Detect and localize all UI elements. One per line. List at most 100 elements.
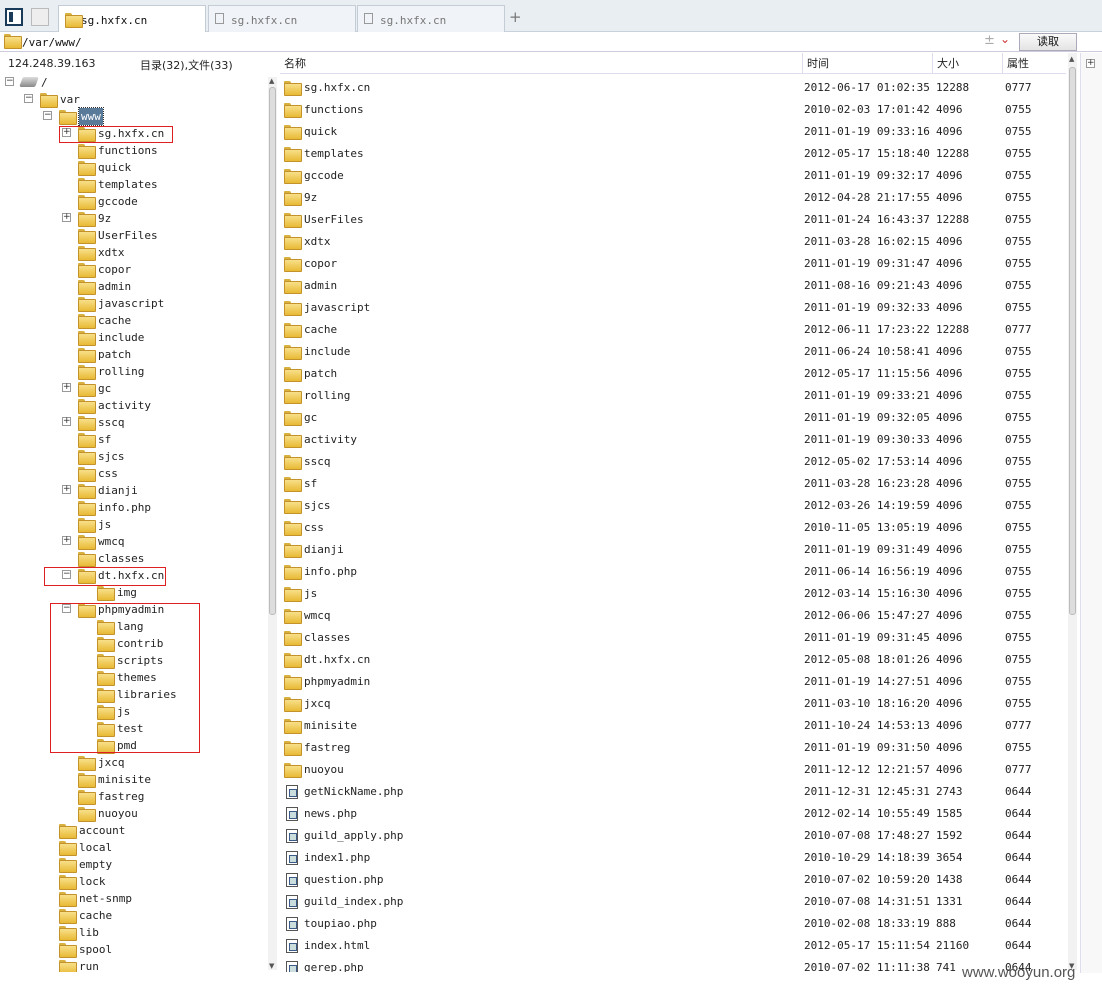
tree-node-label: functions	[98, 144, 158, 157]
expand-icon[interactable]: +	[62, 536, 71, 545]
file-size: 4096	[936, 411, 963, 424]
col-name[interactable]: 名称	[280, 53, 306, 74]
file-size: 4096	[936, 389, 963, 402]
file-name: 9z	[304, 191, 318, 204]
list-item[interactable]: rolling 2011-01-19 09:33:21 4096 0755	[280, 385, 1064, 407]
list-scrollbar[interactable]: ▲ ▼	[1068, 53, 1077, 970]
list-item[interactable]: javascript 2011-01-19 09:32:33 4096 0755	[280, 297, 1064, 319]
expand-icon[interactable]: +	[1086, 59, 1095, 68]
folder-icon	[78, 195, 96, 210]
col-attr[interactable]: 属性	[1002, 53, 1029, 74]
collapse-icon[interactable]: −	[5, 77, 14, 86]
file-name: phpmyadmin	[304, 675, 371, 688]
file-time: 2011-06-14 16:56:19	[804, 565, 930, 578]
list-item[interactable]: functions 2010-02-03 17:01:42 4096 0755	[280, 99, 1064, 121]
file-time: 2012-05-08 18:01:26	[804, 653, 930, 666]
bookmark-add-icon[interactable]: ±	[984, 33, 995, 48]
folder-icon	[78, 331, 96, 346]
col-time[interactable]: 时间	[802, 53, 829, 74]
path-input[interactable]	[22, 34, 972, 50]
list-item[interactable]: sjcs 2012-03-26 14:19:59 4096 0755	[280, 495, 1064, 517]
list-item[interactable]: js 2012-03-14 15:16:30 4096 0755	[280, 583, 1064, 605]
panel-toggle-icon[interactable]	[5, 8, 23, 26]
list-item[interactable]: UserFiles 2011-01-24 16:43:37 12288 0755	[280, 209, 1064, 231]
list-item[interactable]: sg.hxfx.cn 2012-06-17 01:02:35 12288 0777	[280, 77, 1064, 99]
list-item[interactable]: 9z 2012-04-28 21:17:55 4096 0755	[280, 187, 1064, 209]
list-item[interactable]: info.php 2011-06-14 16:56:19 4096 0755	[280, 561, 1064, 583]
document-icon	[364, 13, 373, 24]
expand-icon[interactable]: +	[62, 485, 71, 494]
expand-icon[interactable]: +	[62, 213, 71, 222]
file-name: dianji	[304, 543, 344, 556]
list-item[interactable]: dianji 2011-01-19 09:31:49 4096 0755	[280, 539, 1064, 561]
list-item[interactable]: question.php 2010-07-02 10:59:20 1438 0644	[280, 869, 1064, 891]
tab-bar: sg.hxfx.cn sg.hxfx.cn sg.hxfx.cn +	[0, 0, 1102, 32]
list-item[interactable]: fastreg 2011-01-19 09:31:50 4096 0755	[280, 737, 1064, 759]
file-size: 4096	[936, 301, 963, 314]
col-size[interactable]: 大小	[932, 53, 959, 74]
tab-site-1[interactable]: sg.hxfx.cn	[58, 5, 206, 32]
file-name: UserFiles	[304, 213, 364, 226]
new-tab-button[interactable]: +	[509, 8, 522, 26]
list-item[interactable]: include 2011-06-24 10:58:41 4096 0755	[280, 341, 1064, 363]
tree-scrollbar[interactable]: ▲ ▼	[268, 77, 277, 970]
list-item[interactable]: minisite 2011-10-24 14:53:13 4096 0777	[280, 715, 1064, 737]
list-item[interactable]: classes 2011-01-19 09:31:45 4096 0755	[280, 627, 1064, 649]
list-item[interactable]: copor 2011-01-19 09:31:47 4096 0755	[280, 253, 1064, 275]
list-item[interactable]: getNickName.php 2011-12-31 12:45:31 2743 06…	[280, 781, 1064, 803]
collapse-icon[interactable]: −	[43, 111, 52, 120]
file-size: 4096	[936, 433, 963, 446]
file-perm: 0755	[1005, 565, 1032, 578]
list-item[interactable]: jxcq 2011-03-10 18:16:20 4096 0755	[280, 693, 1064, 715]
list-item[interactable]: templates 2012-05-17 15:18:40 12288 0755	[280, 143, 1064, 165]
scroll-down-icon[interactable]: ▼	[269, 962, 274, 970]
list-item[interactable]: nuoyou 2011-12-12 12:21:57 4096 0777	[280, 759, 1064, 781]
folder-icon	[78, 535, 96, 550]
scroll-up-icon[interactable]: ▲	[1069, 55, 1074, 63]
scroll-thumb[interactable]	[1069, 67, 1076, 615]
folder-icon	[284, 521, 302, 536]
window-icon[interactable]	[31, 8, 49, 26]
file-size: 4096	[936, 125, 963, 138]
list-item[interactable]: cache 2012-06-11 17:23:22 12288 0777	[280, 319, 1064, 341]
list-item[interactable]: css 2010-11-05 13:05:19 4096 0755	[280, 517, 1064, 539]
list-item[interactable]: index.html 2012-05-17 15:11:54 21160 0644	[280, 935, 1064, 957]
list-item[interactable]: guild_apply.php 2010-07-08 17:48:27 1592 06…	[280, 825, 1064, 847]
list-item[interactable]: news.php 2012-02-14 10:55:49 1585 0644	[280, 803, 1064, 825]
list-item[interactable]: quick 2011-01-19 09:33:16 4096 0755	[280, 121, 1064, 143]
chevron-down-icon[interactable]: ⌄	[1000, 32, 1010, 46]
tab-site-3[interactable]: sg.hxfx.cn	[357, 5, 505, 32]
list-item[interactable]: dt.hxfx.cn 2012-05-08 18:01:26 4096 0755	[280, 649, 1064, 671]
list-item[interactable]: toupiao.php 2010-02-08 18:33:19 888 0644	[280, 913, 1064, 935]
list-item[interactable]: sf 2011-03-28 16:23:28 4096 0755	[280, 473, 1064, 495]
list-item[interactable]: admin 2011-08-16 09:21:43 4096 0755	[280, 275, 1064, 297]
tree-node-label: js	[98, 518, 112, 531]
tree-node-label: templates	[98, 178, 158, 191]
tab-site-2[interactable]: sg.hxfx.cn	[208, 5, 356, 32]
scroll-up-icon[interactable]: ▲	[269, 77, 274, 85]
folder-icon	[284, 565, 302, 580]
list-item[interactable]: gccode 2011-01-19 09:32:17 4096 0755	[280, 165, 1064, 187]
list-item[interactable]: wmcq 2012-06-06 15:47:27 4096 0755	[280, 605, 1064, 627]
expand-icon[interactable]: +	[62, 417, 71, 426]
list-item[interactable]: phpmyadmin 2011-01-19 14:27:51 4096 0755	[280, 671, 1064, 693]
file-name: classes	[304, 631, 351, 644]
file-name: info.php	[304, 565, 357, 578]
read-button[interactable]: 读取	[1019, 33, 1077, 51]
list-item[interactable]: gerep.php 2010-07-02 11:11:38 741 0644	[280, 957, 1064, 972]
expand-icon[interactable]: +	[62, 383, 71, 392]
file-time: 2011-01-19 09:31:47	[804, 257, 930, 270]
list-item[interactable]: xdtx 2011-03-28 16:02:15 4096 0755	[280, 231, 1064, 253]
directory-tree[interactable]: − / − var − www + sg.hxfx.cn functions quick templ…	[0, 74, 264, 972]
scroll-thumb[interactable]	[269, 87, 276, 615]
list-item[interactable]: activity 2011-01-19 09:30:33 4096 0755	[280, 429, 1064, 451]
list-item[interactable]: sscq 2012-05-02 17:53:14 4096 0755	[280, 451, 1064, 473]
folder-icon	[284, 191, 302, 206]
list-item[interactable]: guild_index.php 2010-07-08 14:31:51 1331 06…	[280, 891, 1064, 913]
collapse-icon[interactable]: −	[24, 94, 33, 103]
list-item[interactable]: gc 2011-01-19 09:32:05 4096 0755	[280, 407, 1064, 429]
file-list[interactable]: sg.hxfx.cn 2012-06-17 01:02:35 12288 0777 fu…	[280, 77, 1064, 972]
file-time: 2012-06-11 17:23:22	[804, 323, 930, 336]
list-item[interactable]: patch 2012-05-17 11:15:56 4096 0755	[280, 363, 1064, 385]
list-item[interactable]: index1.php 2010-10-29 14:18:39 3654 0644	[280, 847, 1064, 869]
